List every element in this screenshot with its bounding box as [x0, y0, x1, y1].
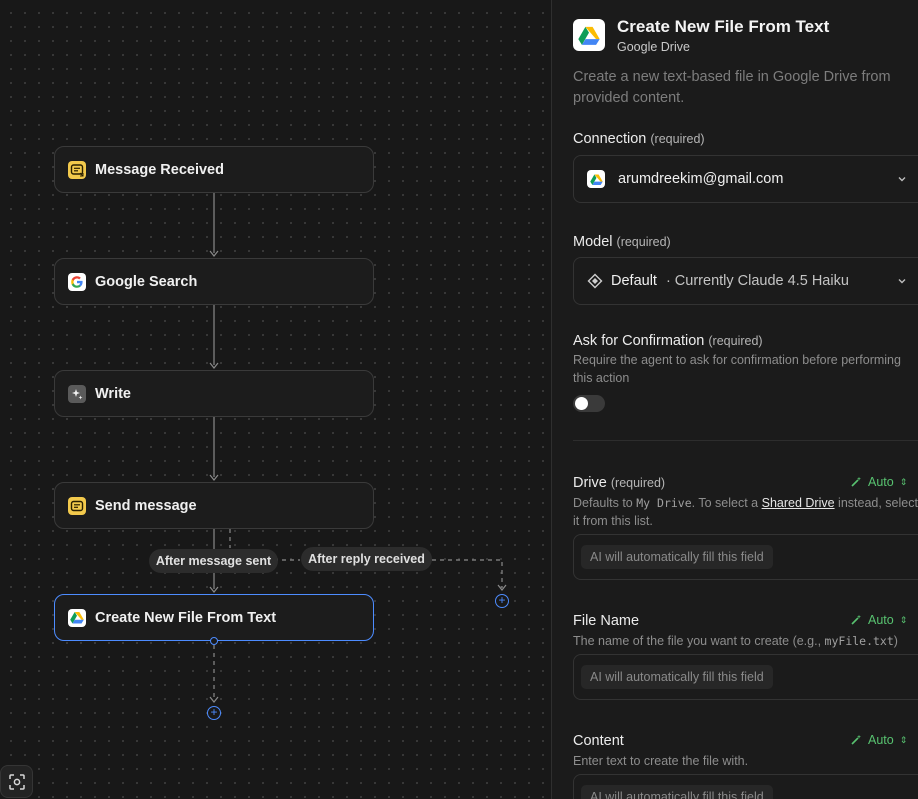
content-label: Content	[573, 733, 624, 749]
drive-field[interactable]: AI will automatically fill this field	[573, 534, 918, 580]
workflow-canvas[interactable]: Message Received Google Search Write Sen…	[0, 0, 551, 799]
node-write[interactable]: Write	[54, 370, 374, 417]
add-step-button[interactable]: +	[495, 594, 509, 608]
file-name-label: File Name	[573, 613, 640, 629]
step-config-panel: Create New File From Text Google Drive C…	[551, 0, 918, 799]
ai-fill-chip: AI will automatically fill this field	[581, 545, 773, 569]
model-icon	[587, 273, 603, 289]
message-trigger-icon	[68, 160, 86, 179]
google-icon	[68, 272, 86, 291]
add-step-button[interactable]: +	[207, 706, 221, 720]
focus-icon	[8, 773, 25, 790]
confirmation-toggle[interactable]	[573, 395, 605, 412]
drive-label: Drive (required)	[573, 475, 665, 491]
updown-icon: ⇕	[899, 476, 908, 487]
confirmation-label: Ask for Confirmation (required)	[573, 333, 763, 349]
branch-label: After message sent	[155, 554, 272, 568]
auto-label: Auto	[868, 475, 894, 489]
field-label: Drive	[573, 475, 607, 491]
chevron-down-icon	[898, 177, 906, 182]
connection-label: Connection (required)	[573, 131, 705, 147]
field-label: Model	[573, 234, 613, 250]
magic-wand-icon	[851, 476, 861, 487]
model-detail: · Currently Claude 4.5 Haiku	[665, 273, 849, 289]
model-value: Default	[611, 273, 657, 289]
file-name-auto-toggle[interactable]: Auto ⇕	[850, 613, 907, 627]
help-code: myFile.txt	[824, 634, 894, 648]
google-drive-icon	[68, 608, 86, 627]
sparkle-icon	[68, 384, 86, 403]
output-handle[interactable]	[210, 637, 218, 645]
node-label: Google Search	[95, 273, 198, 290]
help-code: My Drive	[636, 496, 692, 510]
auto-label: Auto	[868, 733, 894, 747]
branch-label: After reply received	[308, 552, 425, 566]
content-help: Enter text to create the file with.	[573, 754, 749, 768]
field-label: Connection	[573, 131, 647, 147]
auto-label: Auto	[868, 613, 894, 627]
google-drive-icon	[573, 19, 605, 51]
help-text: The name of the file you want to create …	[573, 634, 822, 648]
file-name-help: The name of the file you want to create …	[573, 632, 918, 650]
chevron-down-icon	[898, 279, 906, 284]
magic-wand-icon	[851, 734, 861, 745]
help-text: )	[893, 634, 898, 648]
google-drive-icon	[587, 170, 605, 188]
node-label: Send message	[95, 497, 197, 514]
required-tag: (required)	[708, 334, 763, 348]
updown-icon: ⇕	[899, 614, 908, 625]
panel-description: Create a new text-based file in Google D…	[573, 69, 891, 106]
branch-after-message-sent[interactable]: After message sent	[149, 549, 278, 573]
content-auto-toggle[interactable]: Auto ⇕	[850, 733, 907, 747]
panel-subtitle: Google Drive	[617, 40, 690, 54]
connection-select[interactable]: arumdreekim@gmail.com	[573, 155, 918, 203]
content-field[interactable]: AI will automatically fill this field	[573, 774, 918, 799]
required-tag: (required)	[650, 132, 705, 146]
node-label: Write	[95, 385, 131, 402]
field-label: Ask for Confirmation	[573, 333, 705, 349]
help-text: Defaults to	[573, 496, 633, 510]
node-label: Create New File From Text	[95, 609, 277, 626]
drive-help: Defaults to My Drive. To select a Shared…	[573, 494, 918, 530]
ai-fill-chip: AI will automatically fill this field	[581, 785, 773, 799]
help-text: . To select a	[691, 496, 759, 510]
magic-wand-icon	[851, 614, 861, 625]
node-google-search[interactable]: Google Search	[54, 258, 374, 305]
model-label: Model (required)	[573, 234, 671, 250]
fit-view-button[interactable]	[0, 765, 33, 798]
node-send-message[interactable]: Send message	[54, 482, 374, 529]
file-name-field[interactable]: AI will automatically fill this field	[573, 654, 918, 700]
ai-fill-chip: AI will automatically fill this field	[581, 665, 773, 689]
panel-title: Create New File From Text	[617, 17, 830, 36]
updown-icon: ⇕	[899, 734, 908, 745]
required-tag: (required)	[616, 235, 671, 249]
shared-drive-link[interactable]: Shared Drive	[762, 496, 835, 510]
toggle-knob	[575, 397, 588, 410]
message-icon	[68, 496, 86, 515]
node-message-received[interactable]: Message Received	[54, 146, 374, 193]
divider	[573, 440, 918, 441]
confirmation-help: Require the agent to ask for confirmatio…	[573, 353, 901, 385]
connection-value: arumdreekim@gmail.com	[618, 171, 784, 187]
node-create-new-file[interactable]: Create New File From Text	[54, 594, 374, 641]
panel-header: Create New File From Text Google Drive	[573, 17, 830, 54]
node-label: Message Received	[95, 161, 224, 178]
branch-after-reply-received[interactable]: After reply received	[301, 547, 432, 571]
required-tag: (required)	[610, 476, 666, 490]
drive-auto-toggle[interactable]: Auto ⇕	[850, 475, 907, 489]
model-select[interactable]: Default · Currently Claude 4.5 Haiku	[573, 257, 918, 305]
